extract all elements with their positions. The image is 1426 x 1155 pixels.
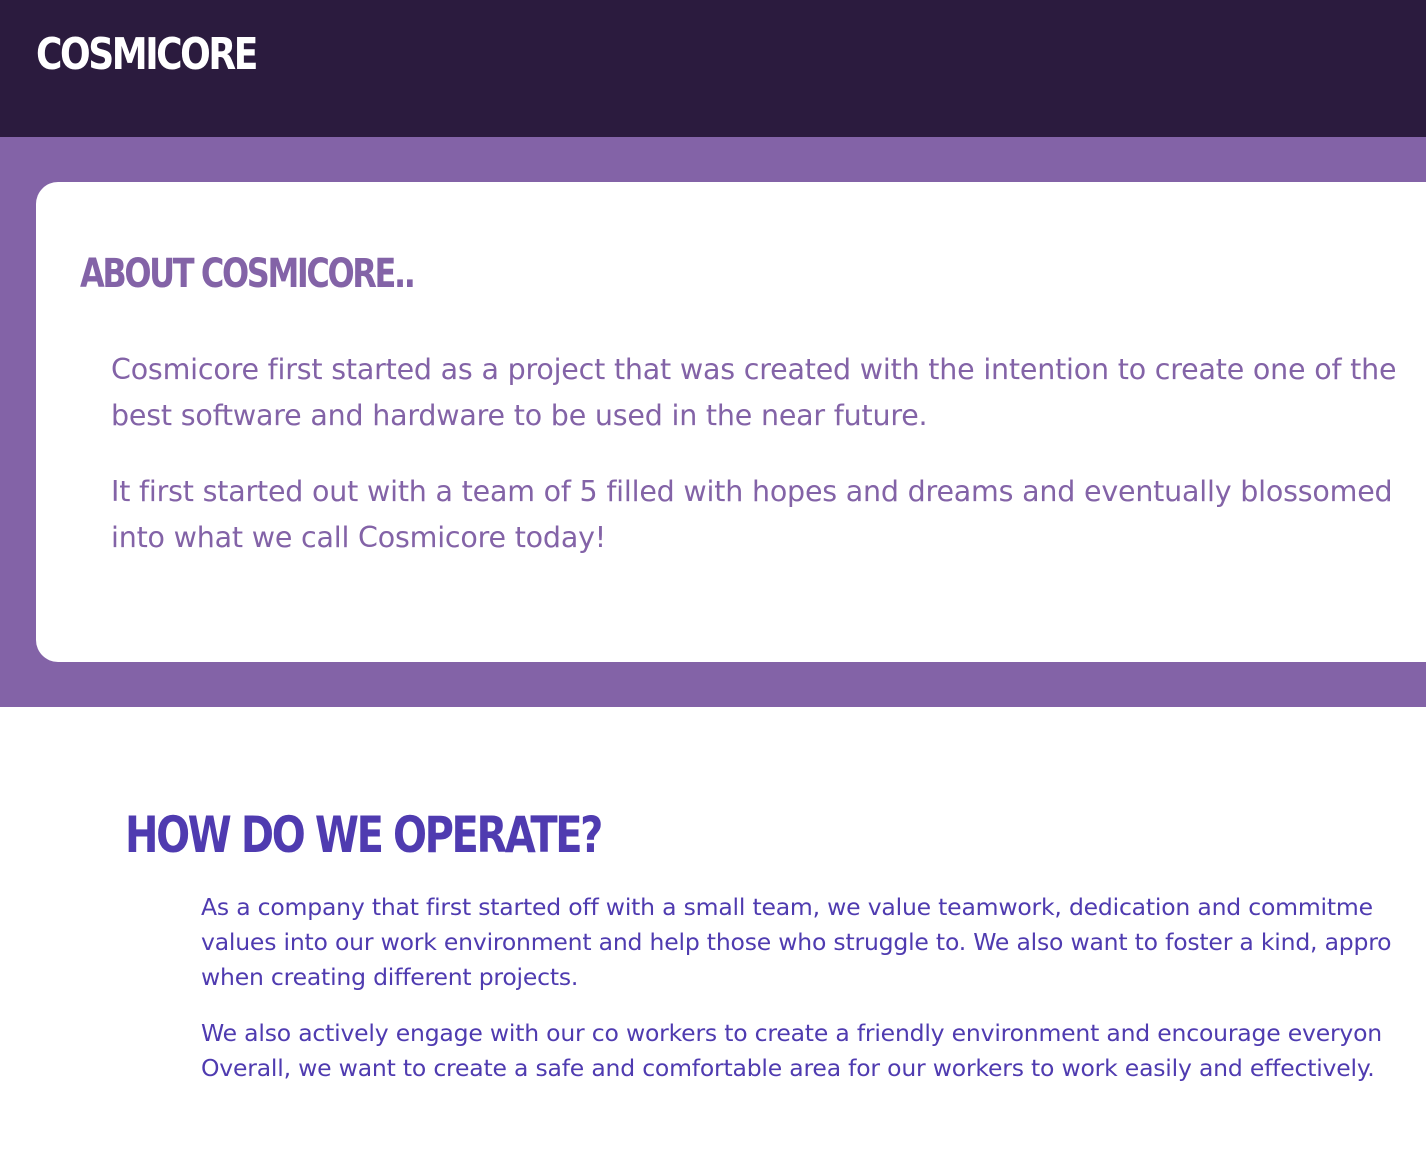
about-heading: ABOUT COSMICORE.. — [80, 251, 416, 297]
operate-paragraph-1-line: when creating different projects. — [201, 963, 579, 991]
operate-paragraph-1: As a company that first started off with… — [201, 890, 1426, 995]
operate-paragraph-1-line: As a company that first started off with… — [201, 893, 1373, 921]
operate-paragraph-2-line: Overall, we want to create a safe and co… — [201, 1054, 1375, 1082]
about-paragraph-2: It first started out with a team of 5 fi… — [111, 475, 1393, 554]
operate-paragraph-2-line: We also actively engage with our co work… — [201, 1019, 1382, 1047]
operate-heading: HOW DO WE OPERATE? — [125, 806, 603, 864]
about-section: ABOUT COSMICORE.. Cosmicore first starte… — [0, 137, 1426, 707]
about-paragraph-1: Cosmicore first started as a project tha… — [111, 353, 1397, 432]
operate-paragraph-2: We also actively engage with our co work… — [201, 1016, 1426, 1086]
site-header: COSMICORE — [0, 0, 1426, 137]
operate-paragraph-1-line: values into our work environment and hel… — [201, 928, 1392, 956]
brand-logo[interactable]: COSMICORE — [36, 26, 258, 84]
about-card: ABOUT COSMICORE.. Cosmicore first starte… — [36, 182, 1426, 662]
